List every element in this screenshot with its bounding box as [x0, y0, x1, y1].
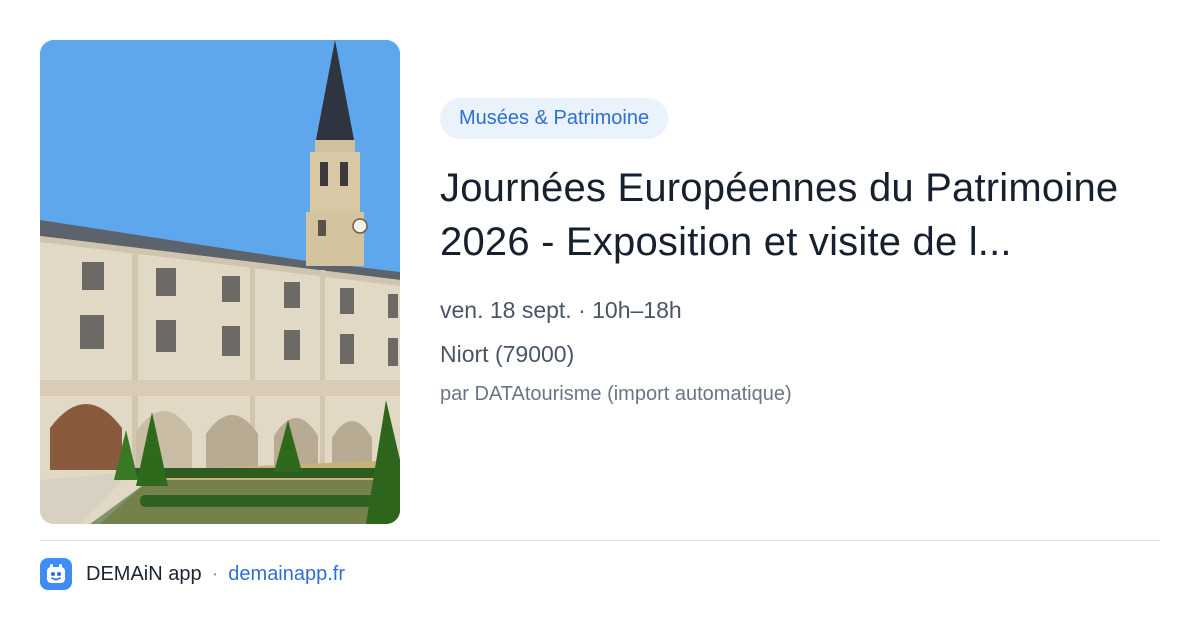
event-image	[40, 40, 400, 524]
event-details: Musées & Patrimoine Journées Européennes…	[440, 98, 1160, 407]
category-badge[interactable]: Musées & Patrimoine	[440, 98, 669, 139]
event-title[interactable]: Journées Européennes du Patrimoine 2026 …	[440, 161, 1120, 269]
app-name: DEMAiN app	[86, 562, 202, 585]
domain-link[interactable]: demainapp.fr	[228, 563, 345, 586]
event-datetime: ven. 18 sept. · 10h–18h	[440, 297, 682, 323]
event-photo[interactable]	[40, 40, 400, 524]
share-card: Musées & Patrimoine Journées Européennes…	[0, 0, 1200, 630]
event-location: Niort (79000)	[440, 341, 575, 367]
app-logo-icon[interactable]	[40, 558, 72, 590]
footer-separator: ·	[211, 562, 219, 585]
footer: DEMAiN app · demainapp.fr	[40, 558, 345, 590]
event-source: par DATAtourisme (import automatique)	[440, 383, 792, 405]
footer-divider	[40, 540, 1160, 541]
